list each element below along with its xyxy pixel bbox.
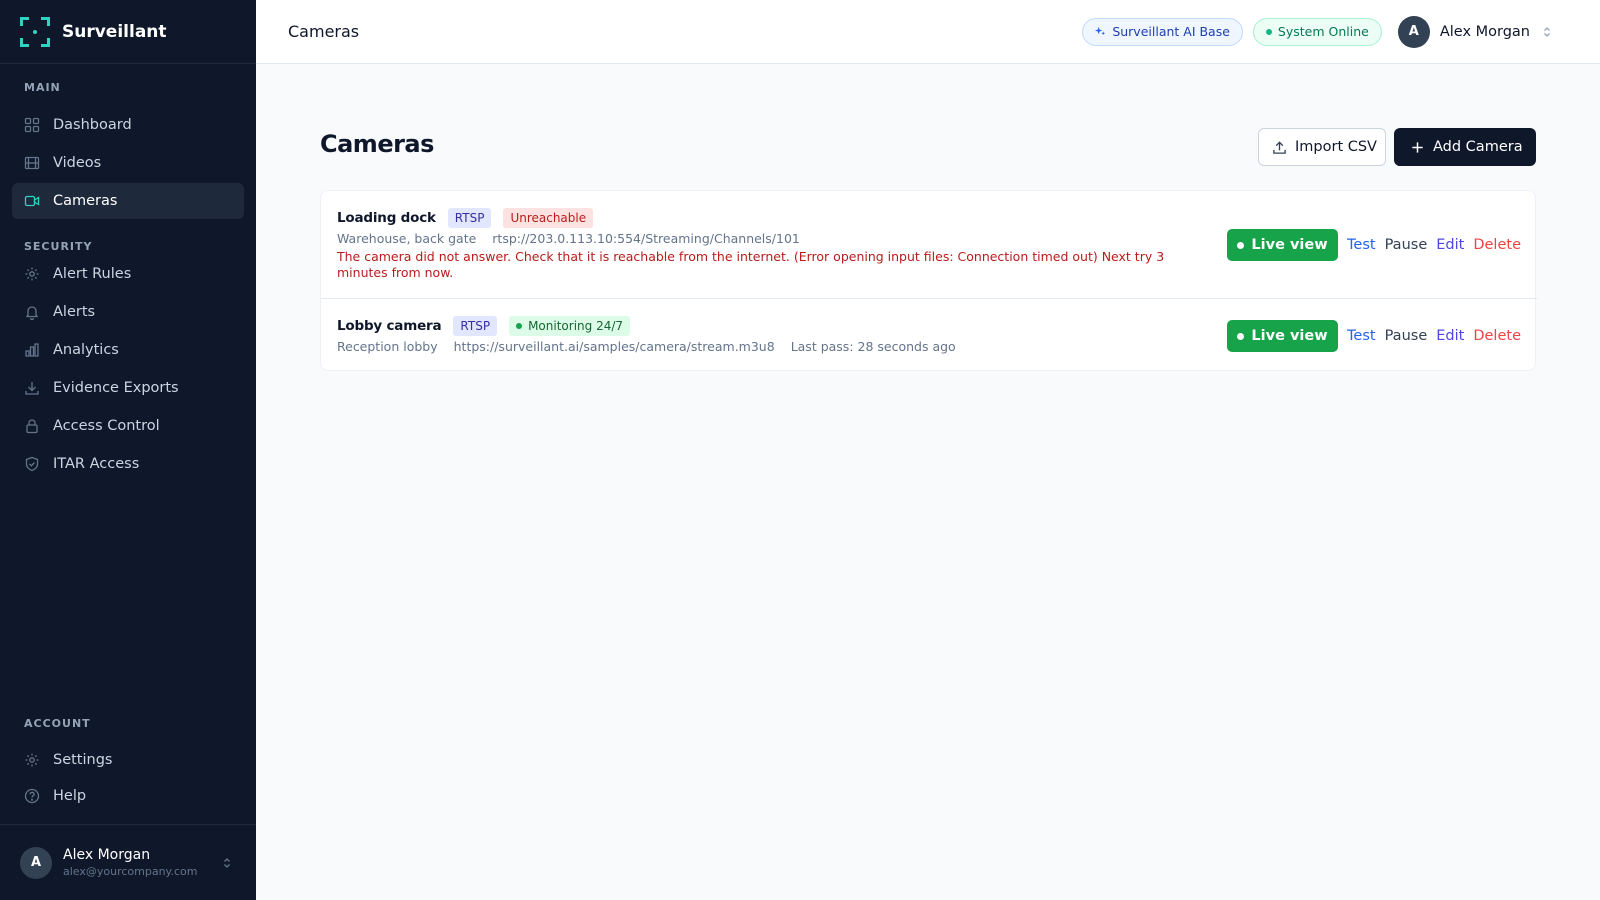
live-view-button[interactable]: Live view [1227,229,1339,261]
camera-url: rtsp://203.0.113.10:554/Streaming/Channe… [492,231,800,246]
sparkle-icon [1095,26,1106,36]
section-label-account: ACCOUNT [24,717,91,730]
ai-base-badge[interactable]: Surveillant AI Base [1082,17,1243,46]
delete-button[interactable]: Delete [1473,328,1521,344]
protocol-badge: RTSP [453,316,498,336]
live-dot-icon [1237,332,1245,340]
sidebar-item-label: Alert Rules [53,266,132,282]
sidebar-item-label: ITAR Access [53,456,140,472]
sidebar-item-label: Settings [53,752,113,768]
add-camera-label: Add Camera [1433,139,1523,155]
user-name: Alex Morgan [1439,23,1530,40]
protocol-badge: RTSP [447,208,492,228]
sidebar-item-help[interactable]: Help [12,778,244,814]
header-user-menu[interactable]: A Alex Morgan [1397,15,1552,48]
pause-button[interactable]: Pause [1385,328,1428,344]
shield-icon [25,456,39,472]
sidebar-item-settings[interactable]: Settings [12,742,244,778]
section-label-security: SECURITY [24,240,93,253]
plus-icon [1412,141,1423,153]
download-icon [25,382,39,395]
sidebar-item-label: Alerts [53,304,96,320]
page-title: Cameras [320,130,434,158]
camera-name: Loading dock [337,210,436,226]
import-csv-button[interactable]: Import CSV [1258,128,1386,166]
avatar: A [1397,15,1430,48]
sidebar-item-alerts[interactable]: Alerts [12,294,244,330]
status-badge: Monitoring 24/7 [509,316,631,336]
sidebar-user-menu[interactable]: A Alex Morgan alex@yourcompany.com [0,824,256,900]
user-email: alex@yourcompany.com [63,865,198,878]
camera-error-message: The camera did not answer. Check that it… [337,249,1165,280]
sidebar-item-label: Evidence Exports [53,380,179,396]
sidebar-item-label: Dashboard [53,117,132,133]
section-label-main: MAIN [24,81,61,94]
status-label: System Online [1277,24,1369,39]
pause-button[interactable]: Pause [1385,237,1428,253]
app-name: Surveillant [62,21,167,42]
test-button[interactable]: Test [1347,328,1376,344]
video-camera-icon [24,195,40,207]
camera-name: Lobby camera [337,318,442,334]
sidebar-item-itar-access[interactable]: ITAR Access [12,446,244,482]
add-camera-button[interactable]: Add Camera [1394,128,1536,166]
camera-last-pass: Last pass: 28 seconds ago [790,339,956,354]
camera-row: Loading dock RTSP Unreachable Warehouse,… [321,191,1537,299]
grid-icon [24,117,40,133]
chevron-up-down-icon [224,857,230,868]
sidebar-item-videos[interactable]: Videos [12,145,244,181]
chevron-up-down-icon [1544,26,1550,37]
camera-row: Lobby camera RTSP Monitoring 24/7 Recept… [321,299,1537,372]
status-badge: Unreachable [503,208,594,228]
sidebar-item-access-control[interactable]: Access Control [12,408,244,444]
camera-location: Reception lobby [337,339,438,354]
live-dot-icon [1237,241,1245,249]
camera-list: Loading dock RTSP Unreachable Warehouse,… [320,190,1537,372]
status-dot-icon [1265,28,1272,35]
sidebar-item-evidence-exports[interactable]: Evidence Exports [12,370,244,406]
live-view-label: Live view [1251,237,1328,253]
import-csv-label: Import CSV [1295,139,1377,155]
live-view-button[interactable]: Live view [1227,320,1339,352]
status-dot-icon [516,323,523,329]
sidebar-item-dashboard[interactable]: Dashboard [12,107,244,143]
header-title: Cameras [288,22,360,41]
gear-icon [25,267,39,281]
sidebar-item-label: Videos [53,155,102,171]
sidebar-item-label: Cameras [53,193,118,209]
edit-button[interactable]: Edit [1436,237,1464,253]
brand[interactable]: Surveillant [0,0,256,64]
gear-icon [25,753,39,767]
sidebar-item-cameras[interactable]: Cameras [12,183,244,219]
top-header: Cameras Surveillant AI Base System Onlin… [256,0,1600,64]
logo-icon [20,16,50,47]
sidebar-item-alert-rules[interactable]: Alert Rules [12,256,244,292]
help-circle-icon [24,788,40,804]
live-view-label: Live view [1251,328,1328,344]
ai-base-label: Surveillant AI Base [1112,24,1230,39]
bell-icon [25,306,39,320]
sidebar-item-label: Access Control [53,418,160,434]
film-icon [24,156,40,170]
sidebar-item-analytics[interactable]: Analytics [12,332,244,368]
sidebar-item-label: Help [53,788,87,804]
user-name: Alex Morgan [63,847,151,863]
edit-button[interactable]: Edit [1436,328,1464,344]
lock-icon [26,419,38,434]
camera-location: Warehouse, back gate [337,231,477,246]
status-label: Monitoring 24/7 [528,319,624,333]
camera-url: https://surveillant.ai/samples/camera/st… [453,339,775,354]
bar-chart-icon [25,343,39,357]
avatar: A [20,846,52,879]
sidebar-item-label: Analytics [53,342,119,358]
test-button[interactable]: Test [1347,237,1376,253]
upload-icon [1273,140,1286,154]
delete-button[interactable]: Delete [1473,237,1521,253]
sidebar: Surveillant MAIN Dashboard Videos Camera… [0,0,256,900]
status-badge: System Online [1252,17,1382,46]
